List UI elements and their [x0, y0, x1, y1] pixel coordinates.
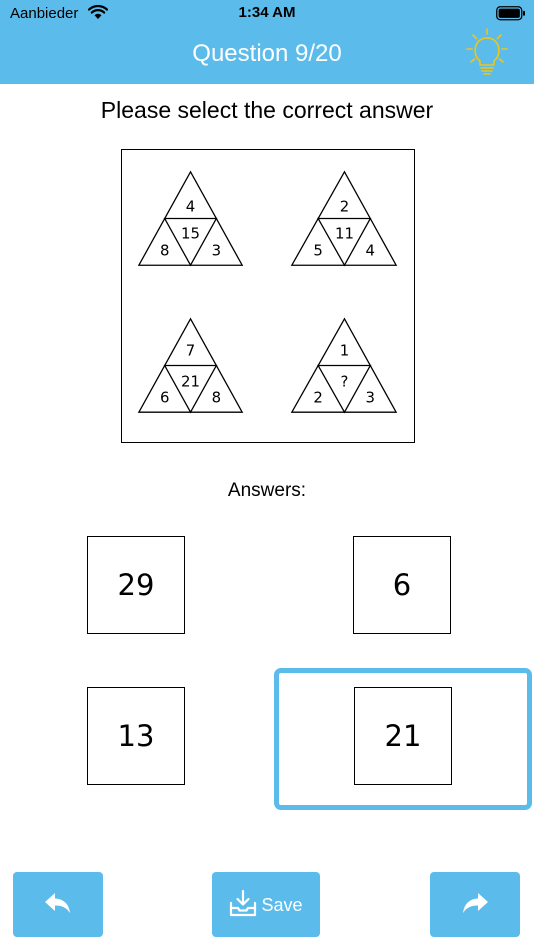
triangle-3-left: 6 [160, 388, 169, 406]
download-tray-icon [229, 889, 257, 921]
triangle-1-center: 15 [181, 224, 200, 242]
clock: 1:34 AM [238, 4, 296, 21]
triangle-1-right: 3 [212, 241, 221, 259]
triangle-4-center: ? [341, 372, 349, 390]
answer-option-3[interactable]: 13 [87, 687, 185, 785]
triangle-3-top: 7 [186, 342, 195, 360]
answer-option-1[interactable]: 29 [87, 536, 185, 634]
puzzle-triangle-3 [137, 317, 244, 414]
puzzle-triangle-4 [290, 317, 398, 414]
triangle-4-top: 1 [340, 342, 349, 360]
triangle-4-right: 3 [366, 388, 375, 406]
save-button-label: Save [261, 895, 303, 915]
answer-option-2[interactable]: 6 [353, 536, 451, 634]
status-bar: Aanbieder 1:34 AM [0, 0, 534, 28]
answer-option-4[interactable]: 21 [354, 687, 452, 785]
forward-arrow-icon [461, 891, 489, 919]
puzzle-triangle-2 [290, 170, 398, 267]
puzzle-figure: 4 15 8 3 2 11 5 4 7 21 6 8 1 ? 2 3 [121, 149, 415, 443]
next-button[interactable] [430, 872, 520, 937]
back-button[interactable] [13, 872, 103, 937]
save-button[interactable]: Save [212, 872, 320, 937]
lightbulb-hint-icon[interactable] [466, 28, 508, 78]
triangle-1-left: 8 [160, 241, 169, 259]
triangle-2-center: 11 [335, 224, 354, 242]
triangle-2-right: 4 [366, 241, 375, 259]
triangle-1-top: 4 [186, 198, 195, 216]
triangle-2-top: 2 [340, 198, 349, 216]
header-bar: Aanbieder 1:34 AM Question 9/20 [0, 0, 534, 84]
page-title: Question 9/20 [192, 40, 342, 67]
triangle-4-left: 2 [313, 388, 322, 406]
question-prompt: Please select the correct answer [100, 97, 434, 123]
triangle-3-center: 21 [181, 372, 200, 390]
puzzle-triangle-1 [137, 170, 244, 267]
battery-icon [496, 6, 526, 25]
answers-heading: Answers: [227, 480, 307, 501]
triangle-2-left: 5 [313, 241, 322, 259]
triangle-3-right: 8 [212, 388, 221, 406]
reply-arrow-icon [44, 891, 72, 919]
